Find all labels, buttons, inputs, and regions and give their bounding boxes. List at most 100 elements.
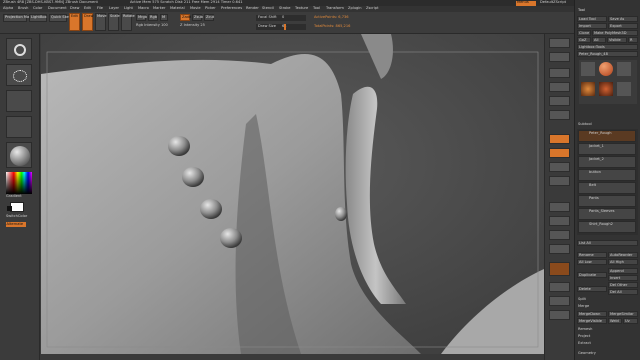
project-menu[interactable]: Project <box>578 334 590 339</box>
alpha-selector[interactable] <box>6 90 32 112</box>
persp-button[interactable] <box>549 134 570 144</box>
rotate-button[interactable]: Rotate <box>121 13 135 31</box>
subtool-item[interactable]: Shirt_Rough2 <box>578 221 636 233</box>
scroll-button[interactable] <box>549 68 570 78</box>
local-button[interactable] <box>549 162 570 172</box>
save-as-button[interactable]: Save As <box>608 16 638 22</box>
menu-marker[interactable]: Marker <box>153 7 165 11</box>
color-picker[interactable] <box>6 172 32 194</box>
merge-down-button[interactable]: MergeDown <box>577 311 607 317</box>
default-zscript-button[interactable]: DefaultZScript <box>540 0 566 5</box>
actual-button[interactable] <box>549 96 570 106</box>
bpr-button[interactable] <box>549 38 570 48</box>
zsub-button[interactable]: Zsub <box>192 14 203 21</box>
xpose-button[interactable] <box>549 310 570 320</box>
subtool-item[interactable]: Belt <box>578 182 636 194</box>
clone-button[interactable]: Clone <box>577 30 591 36</box>
make-polymesh-button[interactable]: Make PolyMesh3D <box>592 30 638 36</box>
insert-button[interactable]: Insert <box>608 275 638 281</box>
all-button[interactable]: All <box>592 37 606 43</box>
alternate-button[interactable]: Alternate <box>6 222 26 227</box>
menu-stroke[interactable]: Stroke <box>279 7 290 11</box>
menu-document[interactable]: Document <box>48 7 67 11</box>
load-tool-button[interactable]: Load Tool <box>577 16 607 22</box>
import-button[interactable]: Import <box>577 23 607 29</box>
menu-picker[interactable]: Picker <box>205 7 216 11</box>
merge-menu[interactable]: Merge <box>578 304 589 309</box>
move-button[interactable]: Move <box>95 13 107 31</box>
brush-selector[interactable] <box>6 38 32 60</box>
focal-shift-slider[interactable]: Focal Shift 0 <box>256 15 306 21</box>
subtool-item[interactable]: Peter_Rough <box>578 130 636 142</box>
extract-menu[interactable]: Extract <box>578 341 591 346</box>
rgb-intensity-slider[interactable]: Rgb Intensity 100 <box>136 23 168 28</box>
all-high-button[interactable]: All High <box>608 259 638 265</box>
secondary-color-swatch[interactable] <box>7 206 12 211</box>
menu-brush[interactable]: Brush <box>18 7 28 11</box>
mrgb-button[interactable]: Mrgb <box>136 14 147 21</box>
tool-thumb-sphere[interactable] <box>599 62 613 76</box>
zadd-button[interactable]: Zadd <box>180 14 191 21</box>
subtool-item[interactable]: Pants_Sleeves <box>578 208 636 220</box>
menu-alpha[interactable]: Alpha <box>3 7 13 11</box>
menu-preferences[interactable]: Preferences <box>221 7 242 11</box>
merge-similar-button[interactable]: MergeSimilar <box>608 311 638 317</box>
scale-view-button[interactable] <box>549 230 570 240</box>
menu-edit[interactable]: Edit <box>84 7 91 11</box>
menu-draw[interactable]: Draw <box>70 7 79 11</box>
menu-transform[interactable]: Transform <box>326 7 344 11</box>
projection-master-button[interactable]: Projection Master <box>3 14 36 22</box>
menu-layer[interactable]: Layer <box>109 7 119 11</box>
move-view-button[interactable] <box>549 216 570 226</box>
tool-thumb-4[interactable] <box>581 82 595 96</box>
draw-size-handle[interactable] <box>284 24 286 30</box>
r-button[interactable]: R <box>628 37 638 43</box>
duplicate-button[interactable]: Duplicate <box>577 272 607 278</box>
subtool-header[interactable]: Subtool <box>578 122 592 127</box>
stroke-selector[interactable] <box>6 64 32 86</box>
menu-zscript[interactable]: Zscript <box>366 7 378 11</box>
list-all-button[interactable]: List All <box>577 240 638 246</box>
lightbox-tools-button[interactable]: Lightbox›Tools <box>577 44 638 50</box>
sculpt-model-render[interactable] <box>41 34 544 354</box>
menu-file[interactable]: File <box>97 7 103 11</box>
menu-stencil[interactable]: Stencil <box>262 7 274 11</box>
draw-button[interactable]: Draw <box>82 13 93 31</box>
export-button[interactable]: Export <box>608 23 638 29</box>
floor-button[interactable] <box>549 148 570 158</box>
tool-thumb-6[interactable] <box>617 82 631 96</box>
subtool-item[interactable]: Jacket_2 <box>578 156 636 168</box>
menu-texture[interactable]: Texture <box>295 7 308 11</box>
edit-button[interactable]: Edit <box>69 13 80 31</box>
geometry-menu[interactable]: Geometry <box>578 351 596 356</box>
scale-button[interactable]: Scale <box>108 13 120 31</box>
spix-button[interactable] <box>549 52 570 62</box>
append-button[interactable]: Append <box>608 268 638 274</box>
remesh-menu[interactable]: Remesh <box>578 327 592 332</box>
delete-button[interactable]: Delete <box>577 286 607 292</box>
autoreorder-button[interactable]: AutoReorder <box>608 252 638 258</box>
frame-button[interactable] <box>549 202 570 212</box>
rgb-button[interactable]: Rgb <box>148 14 158 21</box>
subtool-item[interactable]: button <box>578 169 636 181</box>
transp-button[interactable] <box>549 282 570 292</box>
tool-thumb-5[interactable] <box>599 82 613 96</box>
menus-button[interactable]: Menus <box>516 0 536 6</box>
menu-tool[interactable]: Tool <box>313 7 320 11</box>
del-other-button[interactable]: Del Other <box>608 282 638 288</box>
subtool-item[interactable]: Pants <box>578 195 636 207</box>
all-low-button[interactable]: All Low <box>577 259 607 265</box>
draw-size-slider[interactable]: Draw Size 64 <box>256 24 306 30</box>
menu-render[interactable]: Render <box>246 7 259 11</box>
menu-material[interactable]: Material <box>170 7 185 11</box>
canvas-viewport[interactable] <box>41 34 544 354</box>
zoom-button[interactable] <box>549 82 570 92</box>
polyf-button[interactable] <box>549 262 570 276</box>
weld-button[interactable]: Weld <box>608 318 622 324</box>
menu-zplugin[interactable]: Zplugin <box>348 7 362 11</box>
z-intensity-slider[interactable]: Z Intensity 25 <box>180 23 205 28</box>
xyz-button[interactable] <box>549 176 570 186</box>
menu-macro[interactable]: Macro <box>138 7 149 11</box>
subtool-item[interactable]: Jacket_1 <box>578 143 636 155</box>
del-all-button[interactable]: Del All <box>608 289 638 295</box>
